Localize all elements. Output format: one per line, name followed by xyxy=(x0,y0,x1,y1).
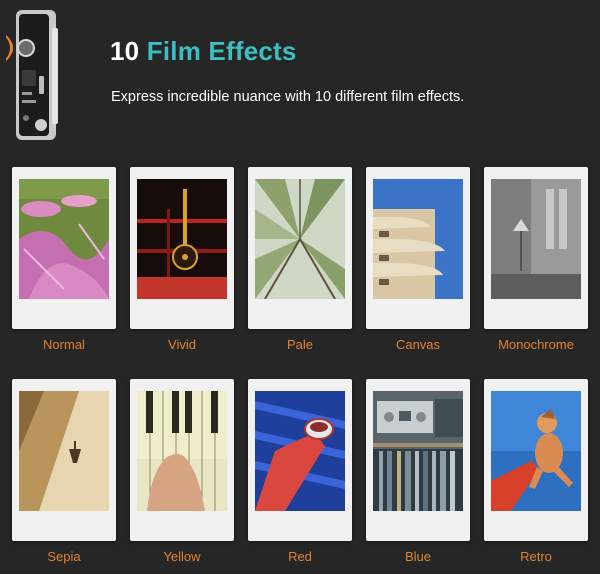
effect-label-sepia: Sepia xyxy=(47,549,81,564)
effect-label-blue: Blue xyxy=(404,549,432,564)
title-number: 10 xyxy=(110,36,140,66)
photo-canvas xyxy=(373,179,463,299)
effect-card-yellow xyxy=(130,379,234,541)
effect-card-vivid xyxy=(130,167,234,329)
instant-camera-icon xyxy=(6,10,58,140)
title-accent: Film Effects xyxy=(146,36,297,66)
photo-red xyxy=(255,391,345,511)
effect-card-sepia xyxy=(12,379,116,541)
photo-yellow xyxy=(137,391,227,511)
photo-normal xyxy=(19,179,109,299)
effect-label-pale: Pale xyxy=(286,337,314,352)
photo-monochrome xyxy=(491,179,581,299)
effect-card-pale xyxy=(248,167,352,329)
effect-label-canvas: Canvas xyxy=(395,337,441,352)
effect-label-monochrome: Monochrome xyxy=(498,337,574,352)
effect-card-canvas xyxy=(366,167,470,329)
effect-card-monochrome xyxy=(484,167,588,329)
page-subtitle: Express incredible nuance with 10 differ… xyxy=(111,89,465,105)
page-title: 10 Film Effects xyxy=(110,36,297,67)
effect-label-red: Red xyxy=(288,549,312,564)
effect-label-yellow: Yellow xyxy=(163,549,201,564)
effect-card-retro xyxy=(484,379,588,541)
effect-label-normal: Normal xyxy=(43,337,85,352)
effect-label-vivid: Vivid xyxy=(168,337,196,352)
photo-pale xyxy=(255,179,345,299)
photo-retro xyxy=(491,391,581,511)
photo-sepia xyxy=(19,391,109,511)
photo-blue xyxy=(373,391,463,511)
effect-label-retro: Retro xyxy=(520,549,552,564)
photo-vivid xyxy=(137,179,227,299)
effect-card-red xyxy=(248,379,352,541)
effect-card-blue xyxy=(366,379,470,541)
effect-card-normal xyxy=(12,167,116,329)
